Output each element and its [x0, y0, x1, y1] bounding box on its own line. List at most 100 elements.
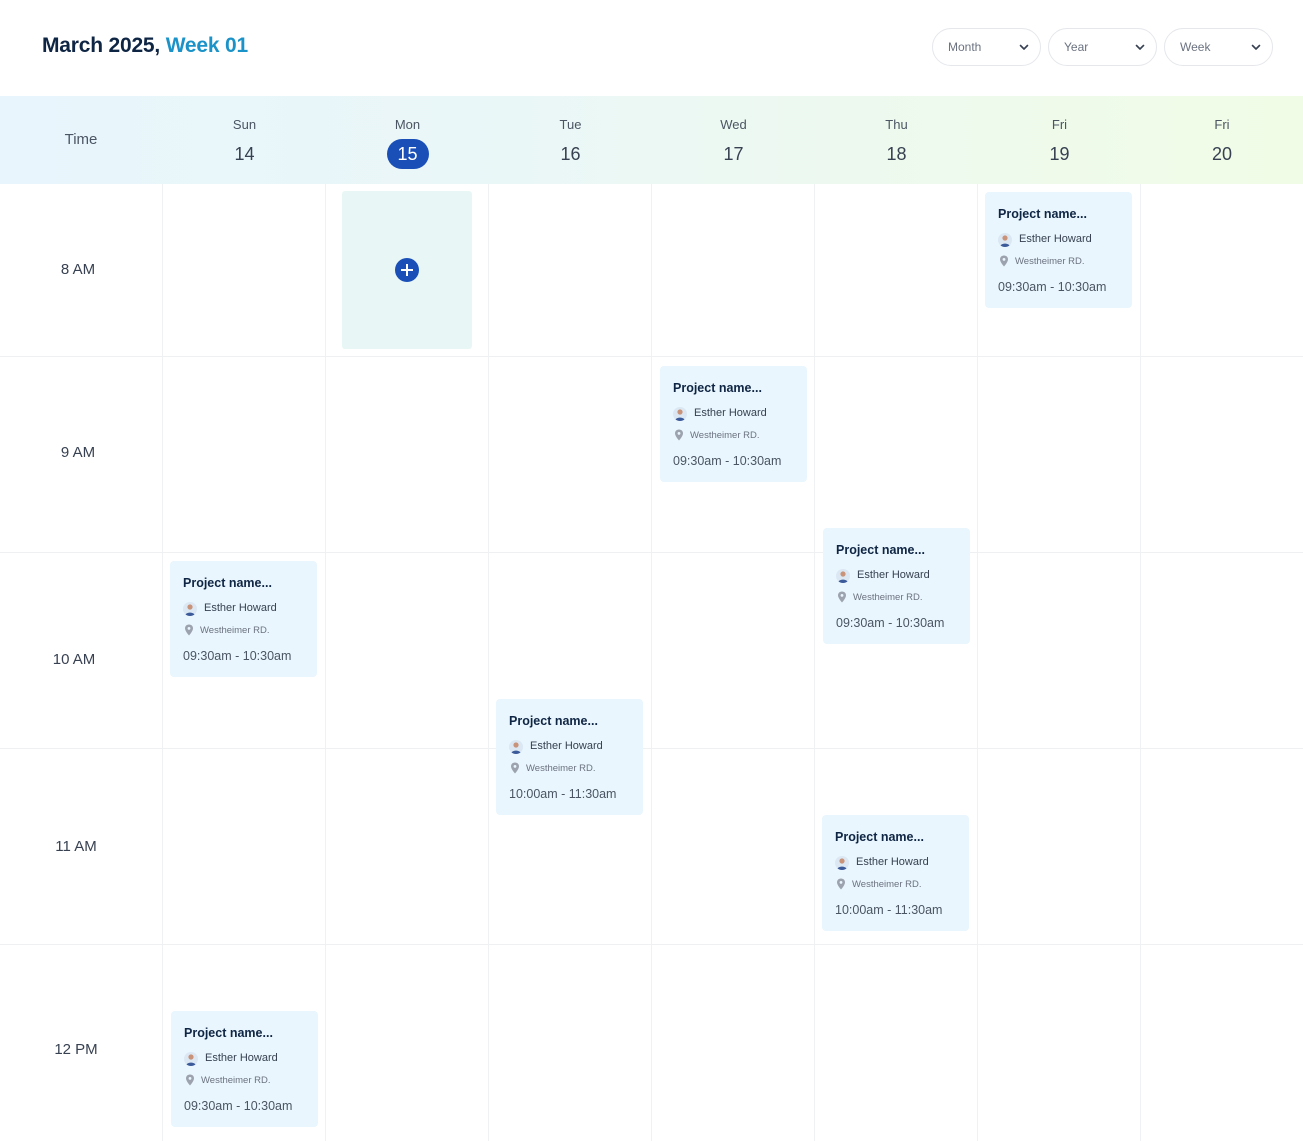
- month-select-label: Month: [948, 40, 982, 54]
- event-card[interactable]: Project name... Esther Howard Westheimer…: [496, 699, 643, 815]
- day-header-fri[interactable]: Fri 19: [978, 96, 1141, 184]
- chevron-down-icon: [1019, 44, 1029, 50]
- plus-icon[interactable]: [395, 258, 419, 282]
- avatar-icon: [183, 602, 197, 616]
- assignee-name: Esther Howard: [694, 407, 767, 419]
- avatar-icon: [835, 856, 849, 870]
- day-name: Fri: [1214, 117, 1230, 132]
- event-time: 09:30am - 10:30am: [184, 1099, 293, 1113]
- location-name: Westheimer RD.: [690, 430, 760, 441]
- year-select-label: Year: [1064, 40, 1089, 54]
- day-name: Sun: [232, 117, 257, 132]
- day-name: Fri: [1051, 117, 1068, 132]
- event-time: 10:00am - 11:30am: [835, 903, 943, 917]
- event-title: Project name...: [673, 381, 762, 395]
- week-select[interactable]: Week: [1164, 28, 1273, 66]
- hour-label: 11 AM: [55, 838, 97, 855]
- assignee-name: Esther Howard: [204, 602, 277, 614]
- event-time: 10:00am - 11:30am: [509, 787, 617, 801]
- page-title: March 2025, Week 01: [42, 34, 248, 58]
- location-pin-icon: [185, 624, 193, 636]
- location-name: Westheimer RD.: [853, 592, 923, 603]
- week-select-label: Week: [1180, 40, 1211, 54]
- week-label: Week 01: [165, 34, 248, 57]
- month-select[interactable]: Month: [932, 28, 1041, 66]
- avatar-icon: [509, 740, 523, 754]
- location-pin-icon: [1000, 255, 1008, 267]
- new-event-slot[interactable]: [342, 191, 472, 349]
- column-divider: [814, 184, 815, 1141]
- row-divider: [0, 748, 1303, 749]
- event-title: Project name...: [836, 543, 925, 557]
- location-pin-icon: [838, 591, 846, 603]
- event-card[interactable]: Project name... Esther Howard Westheimer…: [822, 815, 969, 931]
- event-time: 09:30am - 10:30am: [183, 649, 292, 663]
- column-divider: [488, 184, 489, 1141]
- event-title: Project name...: [835, 830, 924, 844]
- page-header: March 2025, Week 01 Month Year Week: [0, 0, 1303, 96]
- day-number: 18: [886, 144, 907, 164]
- avatar-icon: [673, 407, 687, 421]
- day-name: Tue: [559, 117, 582, 132]
- event-time: 09:30am - 10:30am: [836, 616, 945, 630]
- location-pin-icon: [186, 1074, 194, 1086]
- day-number: 14: [234, 144, 255, 164]
- day-header-row: Time Sun 14 Mon 15 Tue 16 Wed 17 Thu 18 …: [0, 96, 1303, 184]
- day-header-tue[interactable]: Tue 16: [489, 96, 652, 184]
- column-divider: [1140, 184, 1141, 1141]
- location-name: Westheimer RD.: [201, 1075, 271, 1086]
- day-name: Thu: [885, 117, 908, 132]
- location-pin-icon: [837, 878, 845, 890]
- event-card[interactable]: Project name... Esther Howard Westheimer…: [171, 1011, 318, 1127]
- hour-label: 9 AM: [60, 444, 96, 461]
- day-number: 17: [723, 144, 744, 164]
- location-name: Westheimer RD.: [852, 879, 922, 890]
- day-number: 19: [1049, 144, 1070, 164]
- location-pin-icon: [511, 762, 519, 774]
- hour-label: 10 AM: [52, 651, 96, 668]
- chevron-down-icon: [1135, 44, 1145, 50]
- column-divider: [325, 184, 326, 1141]
- event-time: 09:30am - 10:30am: [673, 454, 782, 468]
- assignee-name: Esther Howard: [1019, 233, 1092, 245]
- day-name: Wed: [720, 117, 747, 132]
- day-name: Mon: [394, 117, 421, 132]
- event-title: Project name...: [998, 207, 1087, 221]
- year-select[interactable]: Year: [1048, 28, 1157, 66]
- avatar-icon: [184, 1052, 198, 1066]
- day-header-mon[interactable]: Mon 15: [326, 96, 489, 184]
- assignee-name: Esther Howard: [856, 856, 929, 868]
- assignee-name: Esther Howard: [530, 740, 603, 752]
- avatar-icon: [998, 233, 1012, 247]
- event-card[interactable]: Project name... Esther Howard Westheimer…: [660, 366, 807, 482]
- chevron-down-icon: [1251, 44, 1261, 50]
- day-number: 20: [1211, 144, 1233, 164]
- event-card[interactable]: Project name... Esther Howard Westheimer…: [985, 192, 1132, 308]
- location-name: Westheimer RD.: [200, 625, 270, 636]
- event-title: Project name...: [184, 1026, 273, 1040]
- assignee-name: Esther Howard: [857, 569, 930, 581]
- event-card[interactable]: Project name... Esther Howard Westheimer…: [170, 561, 317, 677]
- hour-label: 12 PM: [54, 1041, 98, 1058]
- event-time: 09:30am - 10:30am: [998, 280, 1107, 294]
- location-name: Westheimer RD.: [1015, 256, 1085, 267]
- avatar-icon: [836, 569, 850, 583]
- column-divider: [162, 184, 163, 1141]
- assignee-name: Esther Howard: [205, 1052, 278, 1064]
- day-header-fri-2[interactable]: Fri 20: [1141, 96, 1303, 184]
- event-card[interactable]: Project name... Esther Howard Westheimer…: [823, 528, 970, 644]
- day-header-sun[interactable]: Sun 14: [163, 96, 326, 184]
- hour-label: 8 AM: [60, 261, 96, 278]
- time-column-header: Time: [64, 131, 98, 148]
- day-header-wed[interactable]: Wed 17: [652, 96, 815, 184]
- location-name: Westheimer RD.: [526, 763, 596, 774]
- event-title: Project name...: [183, 576, 272, 590]
- column-divider: [651, 184, 652, 1141]
- event-title: Project name...: [509, 714, 598, 728]
- location-pin-icon: [675, 429, 683, 441]
- day-number: 16: [560, 144, 581, 164]
- column-divider: [977, 184, 978, 1141]
- day-header-thu[interactable]: Thu 18: [815, 96, 978, 184]
- today-day-number: 15: [386, 139, 429, 169]
- row-divider: [0, 944, 1303, 945]
